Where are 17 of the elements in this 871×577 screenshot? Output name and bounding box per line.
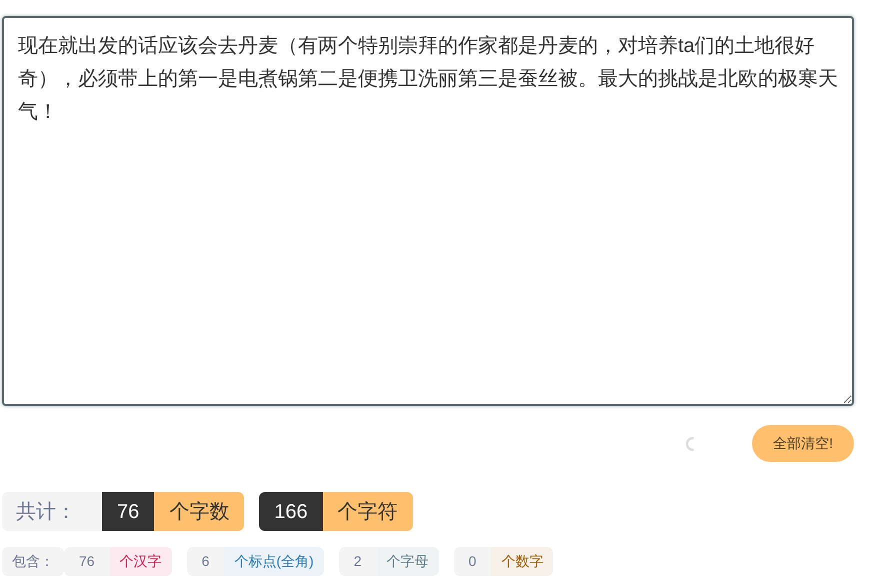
text-input-field[interactable]: 现在就出发的话应该会去丹麦（有两个特别崇拜的作家都是丹麦的，对培养ta们的土地很好奇），必须带上的第一是电煮锅第二是便携卫洗丽第三是蚕丝被。最大的挑战是北欧的极寒天气！ [2, 16, 854, 406]
count-unit: 个字母 [376, 547, 438, 576]
count-value: 2 [338, 547, 376, 576]
count-unit: 个数字 [491, 547, 554, 576]
count-value: 6 [186, 547, 224, 576]
count-value: 76 [64, 547, 110, 576]
count-value: 0 [454, 547, 492, 576]
count-unit: 个字数 [154, 492, 244, 531]
total-label: 共计： [2, 492, 102, 531]
count-value: 76 [102, 492, 154, 531]
clear-all-button[interactable]: 全部清空! [752, 425, 854, 462]
count-unit: 个汉字 [110, 547, 172, 576]
contains-label: 包含： [2, 547, 64, 576]
count-value: 166 [259, 492, 323, 531]
count-unit: 个标点(全角) [224, 547, 324, 576]
count-unit: 个字符 [322, 492, 413, 531]
loading-spinner-icon [686, 436, 694, 450]
